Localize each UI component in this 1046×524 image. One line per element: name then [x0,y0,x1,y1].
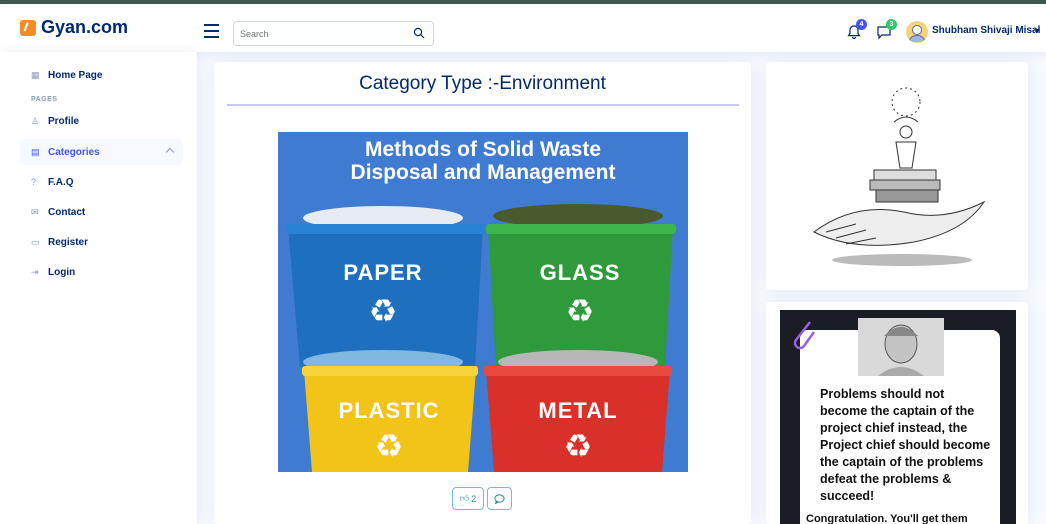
recycle-icon: ♻ [368,293,398,329]
login-icon: ⇥ [31,267,39,277]
sidebar-item-label: F.A.Q [48,176,74,188]
bin-label: GLASS [539,260,621,285]
quote-text: Problems should not become the captain o… [820,387,991,503]
quote-card: Problems should not become the captain o… [766,302,1028,524]
sidebar-item-label: Login [48,266,76,278]
user-name[interactable]: Shubham Shivaji Misal [932,25,1040,36]
sidebar-item-login[interactable]: ⇥ Login [20,259,183,285]
plastic-bin: PLASTIC ♻ [304,398,474,472]
side-illustration-card [766,62,1028,290]
person-icon: ♙ [31,116,40,126]
paper-bin: PAPER ♻ [288,260,478,360]
sidebar-item-label: Contact [48,206,86,218]
portrait-image [858,318,944,376]
glass-bin: GLASS ♻ [490,260,670,360]
search-icon[interactable] [413,27,425,39]
chevron-up-icon [165,147,175,157]
like-button[interactable]: 👍︎ 2 [452,487,484,510]
nav-heading-pages: PAGES [31,96,58,103]
recycle-icon: ♻ [374,428,404,464]
comment-icon [494,493,505,504]
bin-label: METAL [538,398,618,423]
page-title: Category Type :-Environment [359,73,606,94]
sidebar-item-label: Register [48,236,89,248]
post-actions: 👍︎ 2 [452,487,512,510]
search-input[interactable] [240,22,400,45]
recycle-icon: ♻ [563,428,593,464]
quote-continuation: Congratulation. You'll get them [806,513,968,524]
sidebar-item-categories[interactable]: ▤ Categories [20,139,183,165]
logo-icon [20,19,36,36]
sidebar-item-contact[interactable]: ✉ Contact [20,199,183,225]
bin-label: PLASTIC [338,398,440,423]
sidebar: ▦ Home Page PAGES ♙ Profile ▤ Categories… [0,52,197,524]
sidebar-item-label: Home Page [48,69,103,81]
recycle-icon: ♻ [565,293,595,329]
thumbs-up-icon: 👍︎ [459,493,470,503]
envelope-icon: ✉ [31,207,39,217]
post-card: Category Type :-Environment Methods of S… [214,62,751,524]
bin-label: PAPER [343,260,423,285]
card-icon: ▭ [31,237,40,247]
metal-bin: METAL ♻ [490,398,666,472]
books-hand-illustration [813,87,986,266]
brand-logo[interactable]: Gyan.com [20,17,128,38]
grid-icon: ▦ [31,70,40,80]
brand-name: Gyan.com [41,17,129,37]
menu-toggle-icon[interactable] [204,24,219,42]
sidebar-item-register[interactable]: ▭ Register [20,229,183,255]
comment-button[interactable] [487,487,512,510]
paperclip-icon [793,321,816,350]
messages-chat-icon[interactable]: 3 [876,19,897,40]
post-image: Methods of Solid Waste Disposal and Mana… [278,132,688,472]
top-header: Gyan.com 4 3 Shubham Shivaji Misal [0,4,1046,52]
user-avatar[interactable] [906,21,928,43]
question-icon: ? [31,177,37,187]
notifications-badge: 4 [856,19,867,30]
title-divider [227,104,739,106]
journal-icon: ▤ [31,147,40,157]
sidebar-item-profile[interactable]: ♙ Profile [20,108,183,134]
sidebar-item-faq[interactable]: ? F.A.Q [20,169,183,195]
sidebar-item-label: Categories [48,146,100,158]
user-dropdown-caret-icon[interactable] [1034,29,1040,33]
sidebar-item-home[interactable]: ▦ Home Page [20,62,183,88]
search-bar [233,21,434,46]
notifications-bell-icon[interactable]: 4 [846,19,867,40]
messages-badge: 3 [886,19,897,30]
sidebar-item-label: Profile [48,115,80,127]
like-count: 2 [471,493,477,504]
